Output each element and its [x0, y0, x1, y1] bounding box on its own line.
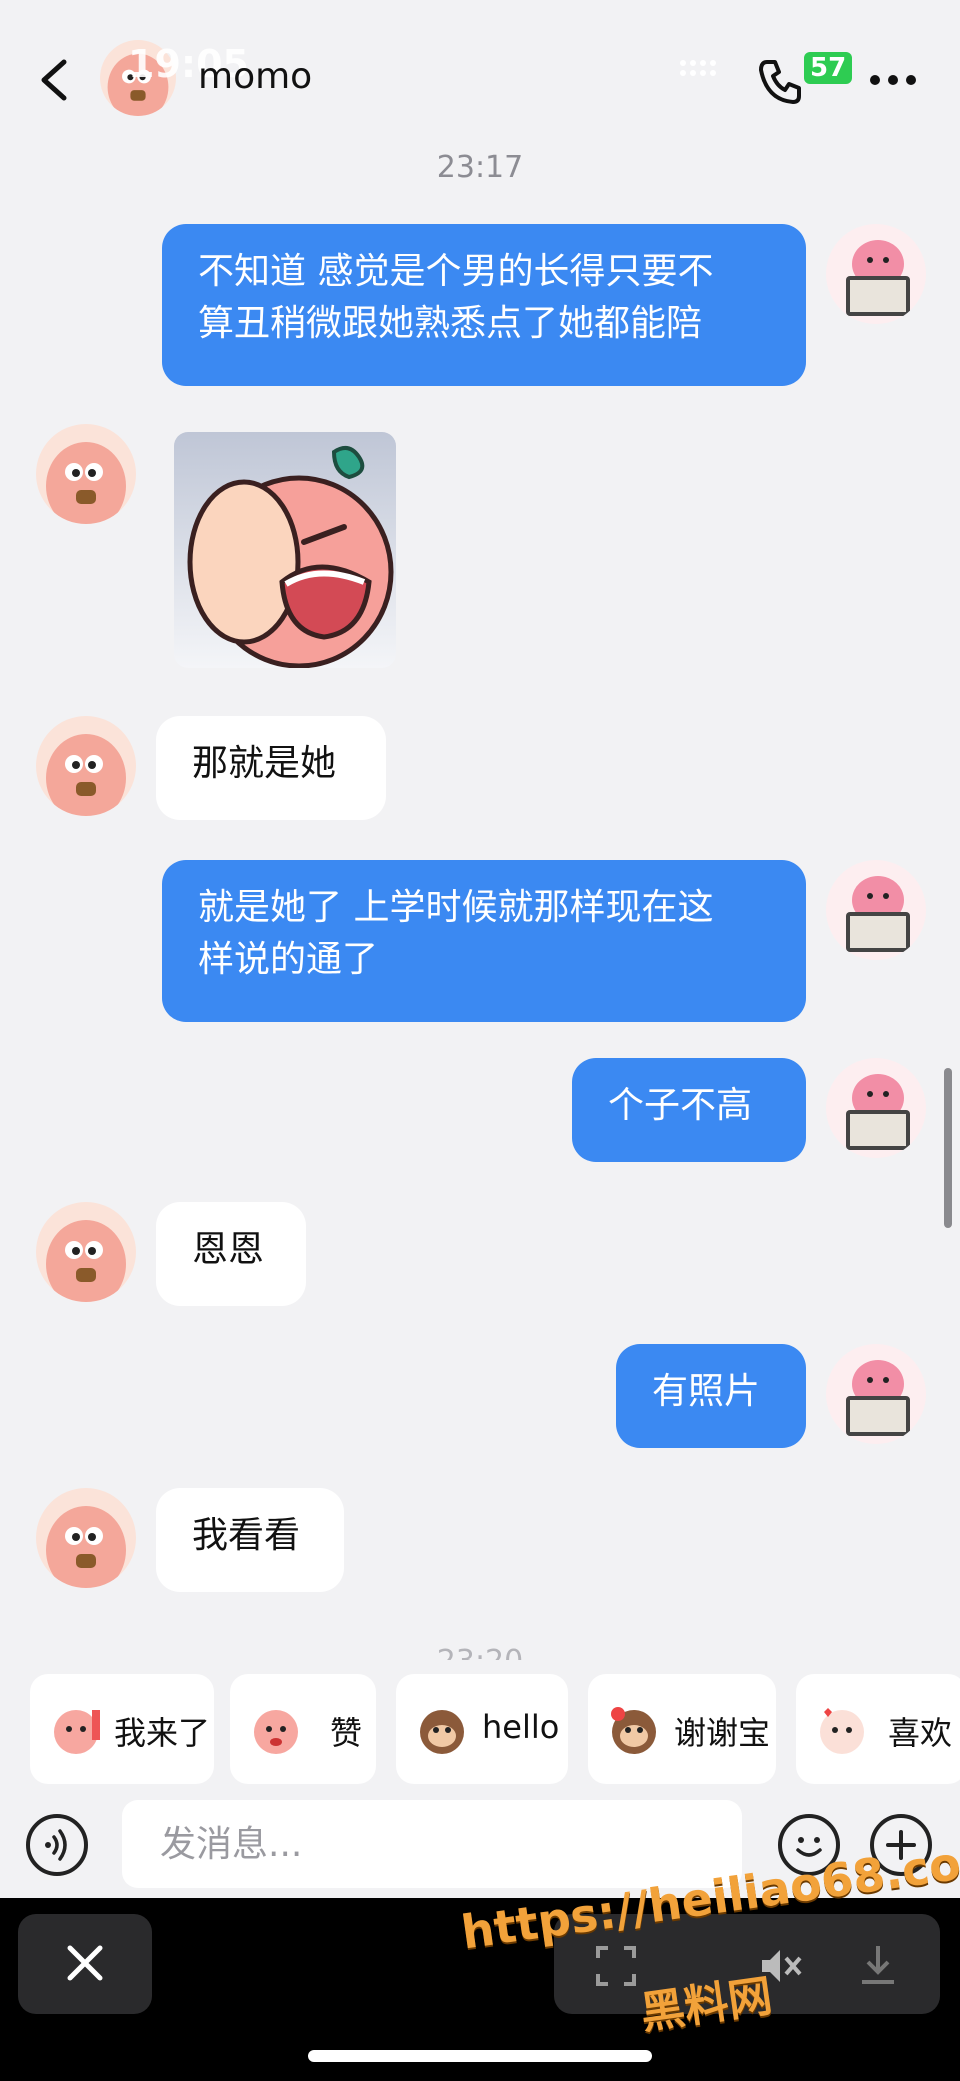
facepalm-sticker[interactable]	[174, 432, 396, 668]
quick-reaction-hello[interactable]: hello	[396, 1674, 568, 1784]
my-avatar[interactable]	[826, 1058, 926, 1158]
pig-cheering-icon	[254, 1710, 298, 1754]
message-text: 就是她了 上学时候就那样现在这	[198, 887, 714, 928]
message-bubble-sent[interactable]: 有照片	[616, 1344, 806, 1448]
contact-avatar[interactable]	[36, 1202, 136, 1302]
reaction-label: 赞	[330, 1714, 363, 1752]
reaction-label: 我来了	[114, 1714, 211, 1752]
my-avatar[interactable]	[826, 224, 926, 324]
reaction-label: hello	[482, 1708, 560, 1746]
reaction-label: 喜欢	[888, 1714, 953, 1752]
contact-avatar[interactable]	[36, 1488, 136, 1588]
my-avatar[interactable]	[826, 1344, 926, 1444]
monkey-hello-icon	[420, 1710, 464, 1754]
message-input[interactable]	[122, 1800, 742, 1888]
contact-avatar[interactable]	[36, 716, 136, 816]
more-options-icon[interactable]	[868, 72, 918, 86]
scan-icon[interactable]	[594, 1944, 638, 1988]
message-text: 不知道 感觉是个男的长得只要不	[198, 251, 714, 292]
quick-reaction-thanks[interactable]: 谢谢宝	[588, 1674, 776, 1784]
message-text: 算丑稍微跟她熟悉点了她都能陪	[198, 303, 703, 344]
pig-hearts-icon	[820, 1708, 864, 1754]
quick-reaction-coming[interactable]: 我来了	[30, 1674, 214, 1784]
message-bubble-sent[interactable]: 就是她了 上学时候就那样现在这 样说的通了	[162, 860, 806, 1022]
message-text: 有照片	[652, 1371, 761, 1412]
voice-input-icon[interactable]	[26, 1814, 88, 1876]
message-text: 那就是她	[192, 743, 337, 784]
message-text: 我看看	[192, 1515, 301, 1556]
signal-icon	[678, 58, 728, 82]
my-avatar[interactable]	[826, 860, 926, 960]
message-bubble-received[interactable]: 恩恩	[156, 1202, 306, 1306]
message-bubble-received[interactable]: 我看看	[156, 1488, 344, 1592]
download-icon[interactable]	[854, 1940, 902, 1988]
contact-name[interactable]: momo	[198, 56, 312, 97]
pig-waving-icon	[54, 1710, 100, 1754]
timestamp: 23:17	[436, 150, 524, 185]
battery-indicator: 57	[804, 52, 853, 84]
message-text: 样说的通了	[198, 939, 379, 980]
monkey-flower-icon	[611, 1707, 656, 1754]
back-arrow-icon[interactable]	[30, 50, 80, 110]
message-bubble-sent[interactable]: 个子不高	[572, 1058, 806, 1162]
message-text: 恩恩	[192, 1229, 265, 1270]
reaction-label: 谢谢宝	[674, 1714, 771, 1752]
message-bubble-sent[interactable]: 不知道 感觉是个男的长得只要不 算丑稍微跟她熟悉点了她都能陪	[162, 224, 806, 386]
home-indicator[interactable]	[308, 2050, 652, 2062]
quick-reaction-love[interactable]: 喜欢	[796, 1674, 960, 1784]
phone-call-icon[interactable]	[755, 56, 805, 106]
message-text: 个子不高	[608, 1085, 753, 1126]
quick-reaction-like[interactable]: 赞	[230, 1674, 376, 1784]
chat-header: 19:05 momo 57	[0, 0, 960, 150]
contact-avatar[interactable]	[36, 424, 136, 524]
message-bubble-received[interactable]: 那就是她	[156, 716, 386, 820]
close-icon[interactable]	[18, 1914, 152, 2014]
scrollbar[interactable]	[944, 1068, 952, 1228]
